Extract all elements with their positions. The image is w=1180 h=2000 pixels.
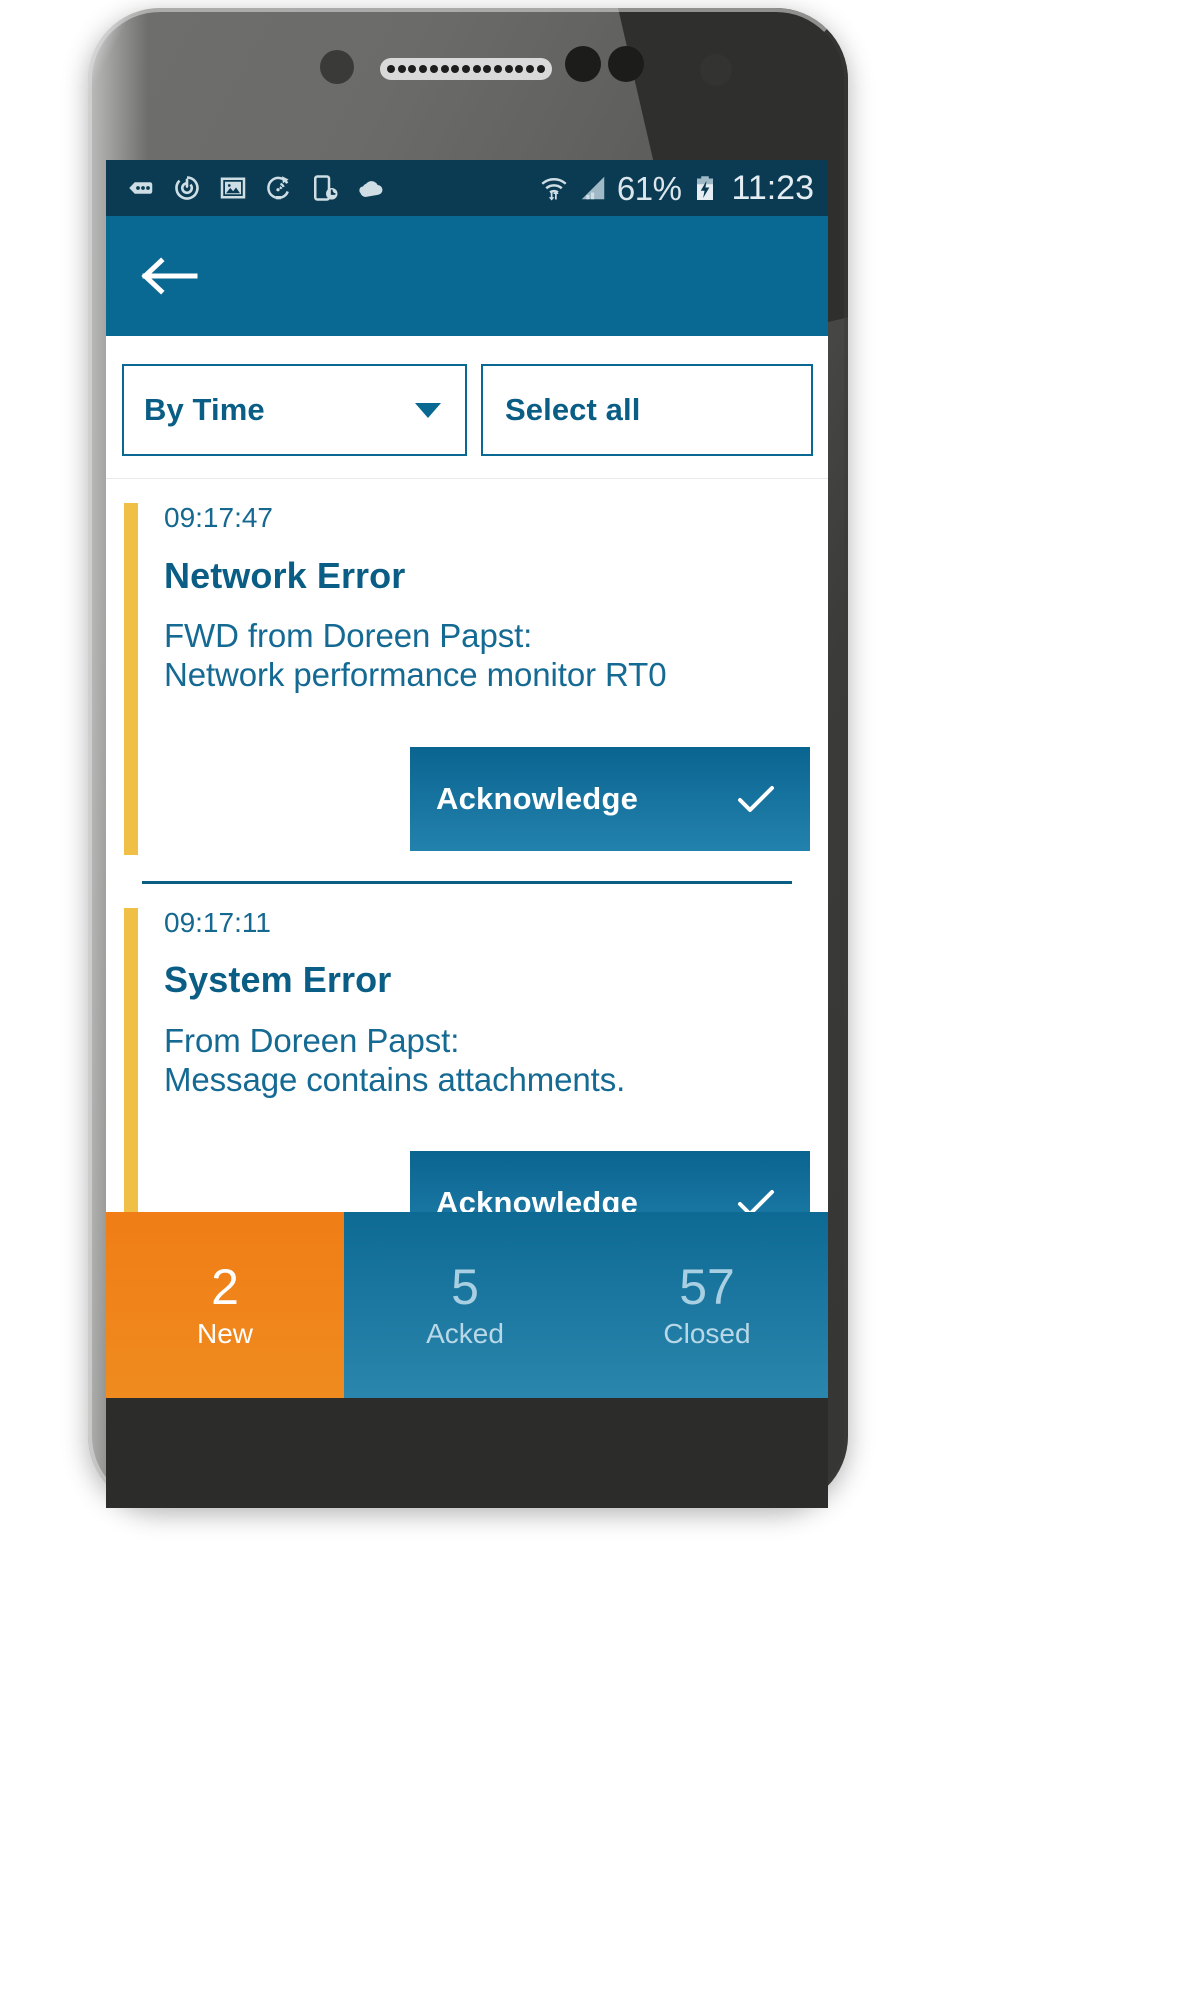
tab-new-count: 2 [211,1259,239,1315]
wifi-transfer-icon [539,173,569,203]
tab-closed[interactable]: 57 Closed [586,1212,828,1398]
screenshot-root: 61% 11:23 By Time Select all 09:17:47 Ne… [0,0,1180,2000]
proximity-sensor-icon [565,46,601,82]
check-icon [736,783,776,815]
acknowledge-button[interactable]: Acknowledge [410,746,810,851]
back-button[interactable] [140,252,202,300]
secondary-sensor-icon [700,54,732,86]
bottom-tab-bar: 2 New 5 Acked 57 Closed [106,1212,828,1398]
alert-message: From Doreen Papst: Message contains atta… [164,1022,626,1098]
alert-title: Network Error [164,554,406,596]
acknowledge-label: Acknowledge [436,780,639,816]
gallery-image-icon [218,173,248,203]
alert-list-item[interactable]: 09:17:47 Network Error FWD from Doreen P… [106,479,828,884]
tab-closed-count: 57 [679,1259,735,1315]
severity-accent-bar [124,503,138,855]
select-all-button[interactable]: Select all [481,364,813,456]
tab-new[interactable]: 2 New [106,1212,344,1398]
phone-screen: 61% 11:23 By Time Select all 09:17:47 Ne… [106,160,828,1398]
battery-percent-label: 61% [616,169,682,207]
messages-icon [126,173,156,203]
phone-bottom-chin [106,1398,828,1508]
device-clock-icon [310,173,340,203]
sort-by-label: By Time [144,392,265,427]
tab-acked-label: Acked [426,1318,504,1349]
tab-closed-label: Closed [663,1318,751,1349]
severity-accent-bar [124,907,138,1260]
cellular-signal-icon [578,173,608,203]
status-bar-notification-icons [126,173,386,203]
tab-new-label: New [196,1318,253,1349]
sync-rotate-icon [264,173,294,203]
tab-acked-count: 5 [451,1259,479,1315]
earpiece-speaker [380,58,552,80]
alert-list[interactable]: 09:17:47 Network Error FWD from Doreen P… [106,479,828,1398]
sort-by-dropdown[interactable]: By Time [122,364,467,456]
back-arrow-icon [141,257,198,295]
alert-timestamp: 09:17:11 [164,906,271,938]
cloud-icon [356,173,386,203]
status-bar-clock: 11:23 [731,169,814,207]
chevron-down-icon [415,402,441,418]
filter-bar: By Time Select all [106,336,828,479]
select-all-label: Select all [505,392,641,427]
alert-timestamp: 09:17:47 [164,502,273,533]
status-bar: 61% 11:23 [106,160,828,216]
light-sensor-icon [608,46,644,82]
alert-message: FWD from Doreen Papst: Network performan… [164,617,667,693]
power-circle-icon [172,173,202,203]
battery-charging-icon [690,173,720,203]
status-bar-system-icons: 61% 11:23 [539,171,814,205]
front-camera-icon [320,50,354,84]
tab-acked[interactable]: 5 Acked [344,1212,586,1398]
app-bar [106,216,828,336]
alert-title: System Error [164,959,392,1001]
alert-list-item[interactable]: 09:17:11 System Error From Doreen Papst:… [106,884,828,1260]
